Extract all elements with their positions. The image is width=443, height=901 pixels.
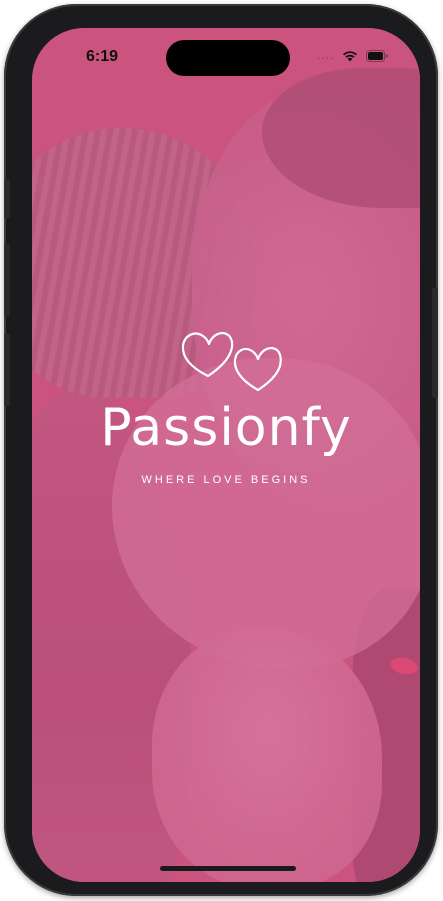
power-button [432, 288, 438, 398]
home-indicator[interactable] [160, 866, 296, 871]
tagline: WHERE LOVE BEGINS [141, 474, 311, 486]
wifi-icon [342, 50, 358, 62]
signal-icon: .... [317, 50, 334, 62]
two-hearts-icon [178, 324, 288, 394]
volume-down-button [4, 334, 10, 406]
volume-up-button [4, 244, 10, 316]
app-name: Passionfy [100, 398, 352, 458]
splash-screen: 6:19 .... Passionfy WHERE LOVE BEGINS [32, 28, 420, 882]
status-indicators: .... [317, 50, 388, 62]
dynamic-island [166, 40, 290, 76]
status-time: 6:19 [86, 48, 119, 65]
battery-icon [366, 50, 388, 62]
mute-switch [4, 180, 10, 218]
phone-frame: 6:19 .... Passionfy WHERE LOVE BEGINS [4, 4, 438, 896]
